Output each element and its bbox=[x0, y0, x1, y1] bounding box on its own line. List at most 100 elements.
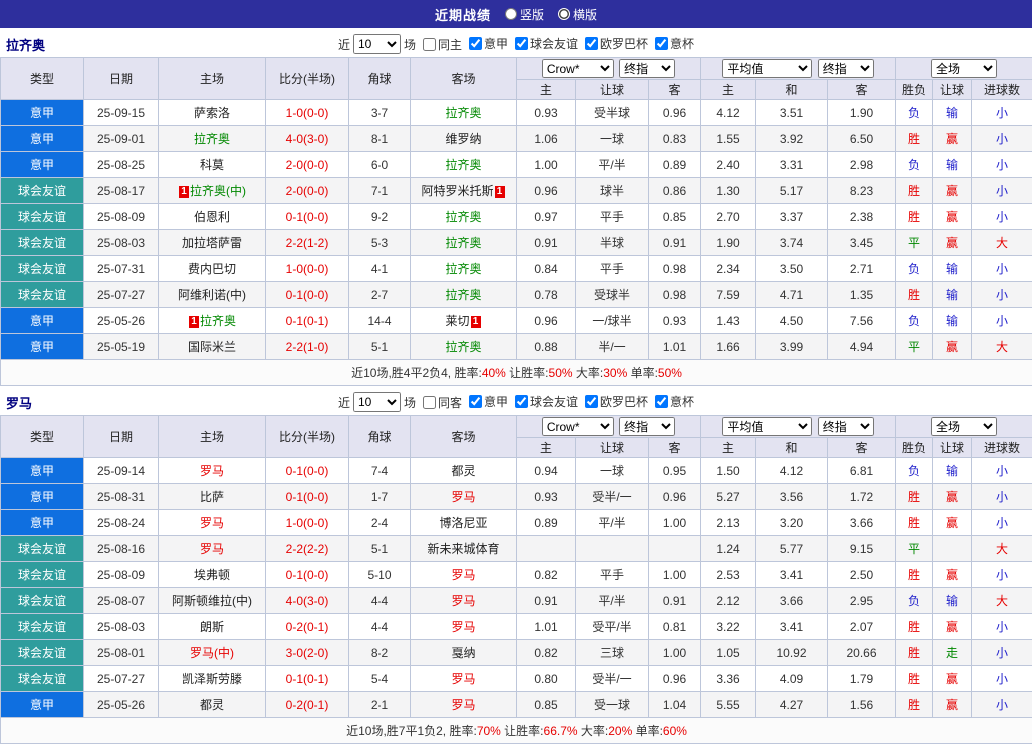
layout-option-vertical[interactable]: 竖版 bbox=[505, 6, 544, 23]
team-link[interactable]: 拉齐奥 bbox=[445, 340, 481, 354]
team-link[interactable]: 费内巴切 bbox=[188, 262, 236, 276]
same-venue-checkbox[interactable] bbox=[423, 38, 436, 51]
league-filter[interactable]: 球会友谊 bbox=[515, 393, 578, 410]
home-team-cell[interactable]: 凯泽斯劳滕 bbox=[159, 666, 266, 692]
team-link[interactable]: 拉齐奥 bbox=[445, 106, 481, 120]
euro-stage-select[interactable]: 终指 bbox=[818, 417, 874, 436]
scope-select[interactable]: 全场 bbox=[931, 417, 997, 436]
home-team-cell[interactable]: 拉齐奥 bbox=[159, 126, 266, 152]
team-link[interactable]: 拉齐奥(中) bbox=[190, 184, 246, 198]
vertical-layout-radio[interactable] bbox=[505, 8, 517, 20]
home-team-cell[interactable]: 1拉齐奥 bbox=[159, 308, 266, 334]
league-checkbox[interactable] bbox=[469, 395, 482, 408]
team-link[interactable]: 拉齐奥 bbox=[445, 210, 481, 224]
away-team-cell[interactable]: 维罗纳 bbox=[411, 126, 517, 152]
team-link[interactable]: 阿维利诺(中) bbox=[178, 288, 246, 302]
team-link[interactable]: 罗马 bbox=[451, 594, 475, 608]
bookmaker-select[interactable]: Crow* bbox=[542, 59, 614, 78]
home-team-cell[interactable]: 罗马 bbox=[159, 458, 266, 484]
home-team-cell[interactable]: 罗马 bbox=[159, 536, 266, 562]
match-count-select[interactable]: 10 bbox=[353, 392, 401, 412]
league-filter[interactable]: 欧罗巴杯 bbox=[585, 35, 648, 52]
away-team-cell[interactable]: 罗马 bbox=[411, 562, 517, 588]
team-link[interactable]: 博洛尼亚 bbox=[439, 516, 487, 530]
team-link[interactable]: 比萨 bbox=[200, 490, 224, 504]
team-link[interactable]: 罗马 bbox=[451, 698, 475, 712]
team-link[interactable]: 新未来城体育 bbox=[427, 542, 499, 556]
match-count-select[interactable]: 10 bbox=[353, 34, 401, 54]
team-link[interactable]: 加拉塔萨雷 bbox=[182, 236, 242, 250]
asia-stage-select[interactable]: 终指 bbox=[619, 59, 675, 78]
scope-select[interactable]: 全场 bbox=[931, 59, 997, 78]
team-link[interactable]: 罗马(中) bbox=[190, 646, 234, 660]
home-team-cell[interactable]: 1拉齐奥(中) bbox=[159, 178, 266, 204]
league-checkbox[interactable] bbox=[585, 37, 598, 50]
team-link[interactable]: 埃弗顿 bbox=[194, 568, 230, 582]
team-link[interactable]: 罗马 bbox=[451, 568, 475, 582]
home-team-cell[interactable]: 阿斯顿维拉(中) bbox=[159, 588, 266, 614]
team-link[interactable]: 萨索洛 bbox=[194, 106, 230, 120]
team-link[interactable]: 维罗纳 bbox=[445, 132, 481, 146]
team-link[interactable]: 拉齐奥 bbox=[445, 262, 481, 276]
team-link[interactable]: 戛纳 bbox=[451, 646, 475, 660]
league-checkbox[interactable] bbox=[515, 37, 528, 50]
home-team-cell[interactable]: 比萨 bbox=[159, 484, 266, 510]
league-checkbox[interactable] bbox=[469, 37, 482, 50]
asia-stage-select[interactable]: 终指 bbox=[619, 417, 675, 436]
team-link[interactable]: 拉齐奥 bbox=[445, 236, 481, 250]
league-checkbox[interactable] bbox=[655, 395, 668, 408]
home-team-cell[interactable]: 国际米兰 bbox=[159, 334, 266, 360]
same-venue-checkbox[interactable] bbox=[423, 396, 436, 409]
horizontal-layout-radio[interactable] bbox=[558, 8, 570, 20]
away-team-cell[interactable]: 拉齐奥 bbox=[411, 204, 517, 230]
away-team-cell[interactable]: 戛纳 bbox=[411, 640, 517, 666]
away-team-cell[interactable]: 拉齐奥 bbox=[411, 100, 517, 126]
away-team-cell[interactable]: 阿特罗米托斯1 bbox=[411, 178, 517, 204]
euro-stage-select[interactable]: 终指 bbox=[818, 59, 874, 78]
away-team-cell[interactable]: 博洛尼亚 bbox=[411, 510, 517, 536]
team-link[interactable]: 拉齐奥 bbox=[445, 158, 481, 172]
league-filter[interactable]: 意杯 bbox=[655, 393, 694, 410]
team-link[interactable]: 国际米兰 bbox=[188, 340, 236, 354]
away-team-cell[interactable]: 拉齐奥 bbox=[411, 152, 517, 178]
home-team-cell[interactable]: 朗斯 bbox=[159, 614, 266, 640]
league-checkbox[interactable] bbox=[655, 37, 668, 50]
home-team-cell[interactable]: 费内巴切 bbox=[159, 256, 266, 282]
same-venue-filter[interactable]: 同主 bbox=[423, 36, 462, 53]
league-filter[interactable]: 意甲 bbox=[469, 393, 508, 410]
team-link[interactable]: 罗马 bbox=[451, 672, 475, 686]
team-link[interactable]: 凯泽斯劳滕 bbox=[182, 672, 242, 686]
team-link[interactable]: 罗马 bbox=[200, 542, 224, 556]
home-team-cell[interactable]: 罗马(中) bbox=[159, 640, 266, 666]
away-team-cell[interactable]: 罗马 bbox=[411, 692, 517, 718]
average-select[interactable]: 平均值 bbox=[722, 59, 812, 78]
away-team-cell[interactable]: 罗马 bbox=[411, 666, 517, 692]
away-team-cell[interactable]: 莱切1 bbox=[411, 308, 517, 334]
home-team-cell[interactable]: 萨索洛 bbox=[159, 100, 266, 126]
home-team-cell[interactable]: 罗马 bbox=[159, 510, 266, 536]
home-team-cell[interactable]: 阿维利诺(中) bbox=[159, 282, 266, 308]
league-filter[interactable]: 球会友谊 bbox=[515, 35, 578, 52]
home-team-cell[interactable]: 埃弗顿 bbox=[159, 562, 266, 588]
away-team-cell[interactable]: 新未来城体育 bbox=[411, 536, 517, 562]
team-link[interactable]: 都灵 bbox=[451, 464, 475, 478]
team-link[interactable]: 伯恩利 bbox=[194, 210, 230, 224]
home-team-cell[interactable]: 加拉塔萨雷 bbox=[159, 230, 266, 256]
away-team-cell[interactable]: 拉齐奥 bbox=[411, 230, 517, 256]
home-team-cell[interactable]: 伯恩利 bbox=[159, 204, 266, 230]
league-filter[interactable]: 意甲 bbox=[469, 35, 508, 52]
team-link[interactable]: 拉齐奥 bbox=[200, 314, 236, 328]
team-link[interactable]: 科莫 bbox=[200, 158, 224, 172]
away-team-cell[interactable]: 拉齐奥 bbox=[411, 334, 517, 360]
home-team-cell[interactable]: 科莫 bbox=[159, 152, 266, 178]
team-link[interactable]: 罗马 bbox=[451, 620, 475, 634]
team-link[interactable]: 罗马 bbox=[200, 516, 224, 530]
league-checkbox[interactable] bbox=[515, 395, 528, 408]
away-team-cell[interactable]: 拉齐奥 bbox=[411, 282, 517, 308]
team-link[interactable]: 罗马 bbox=[200, 464, 224, 478]
team-link[interactable]: 莱切 bbox=[445, 314, 469, 328]
team-link[interactable]: 阿特罗米托斯 bbox=[421, 184, 493, 198]
average-select[interactable]: 平均值 bbox=[722, 417, 812, 436]
layout-option-horizontal[interactable]: 横版 bbox=[558, 6, 597, 23]
home-team-cell[interactable]: 都灵 bbox=[159, 692, 266, 718]
